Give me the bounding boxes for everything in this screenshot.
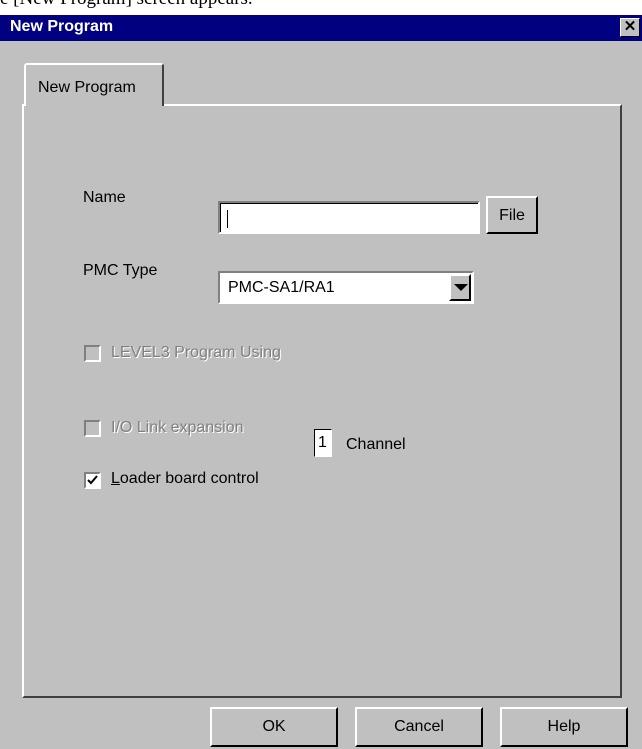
cancel-button[interactable]: Cancel	[355, 707, 483, 747]
chevron-down-icon	[454, 284, 468, 291]
dropdown-button[interactable]	[449, 274, 471, 301]
pmc-type-select[interactable]: PMC-SA1/RA1	[218, 271, 474, 304]
loader-label[interactable]: Loader board control	[111, 470, 259, 488]
help-button[interactable]: Help	[500, 707, 628, 747]
io-link-checkbox[interactable]	[84, 420, 101, 437]
ok-button-label: OK	[262, 718, 286, 735]
channel-count-value: 1	[318, 434, 327, 451]
close-button[interactable]: ✕	[620, 18, 640, 37]
loader-label-access-key: L	[111, 470, 120, 487]
name-label: Name	[83, 189, 126, 206]
close-icon: ✕	[623, 18, 637, 35]
name-input[interactable]	[218, 201, 480, 234]
window-title: New Program	[10, 18, 114, 35]
pmc-type-label: PMC Type	[83, 262, 158, 279]
tab-label: New Program	[38, 79, 136, 96]
io-link-label: I/O Link expansion	[111, 419, 244, 436]
text-caret	[227, 210, 228, 228]
file-button[interactable]: File	[486, 196, 538, 234]
cancel-button-label: Cancel	[394, 718, 444, 735]
loader-checkbox[interactable]	[84, 472, 101, 489]
file-button-label: File	[499, 207, 525, 224]
level3-checkbox[interactable]	[84, 345, 101, 362]
tab-new-program[interactable]: New Program	[24, 63, 164, 106]
pmc-type-value: PMC-SA1/RA1	[228, 279, 335, 296]
new-program-dialog: New Program ✕ New Program Name File PMC …	[0, 15, 642, 749]
document-caption: e [New Program] screen appears.	[0, 0, 253, 10]
channel-count-box[interactable]: 1	[314, 429, 332, 457]
level3-label: LEVEL3 Program Using	[111, 344, 281, 361]
loader-label-text: oader board control	[119, 470, 259, 487]
check-icon	[87, 475, 98, 485]
title-bar[interactable]: New Program ✕	[0, 15, 642, 41]
help-button-label: Help	[547, 718, 581, 735]
ok-button[interactable]: OK	[210, 707, 338, 747]
channel-label: Channel	[346, 436, 406, 453]
